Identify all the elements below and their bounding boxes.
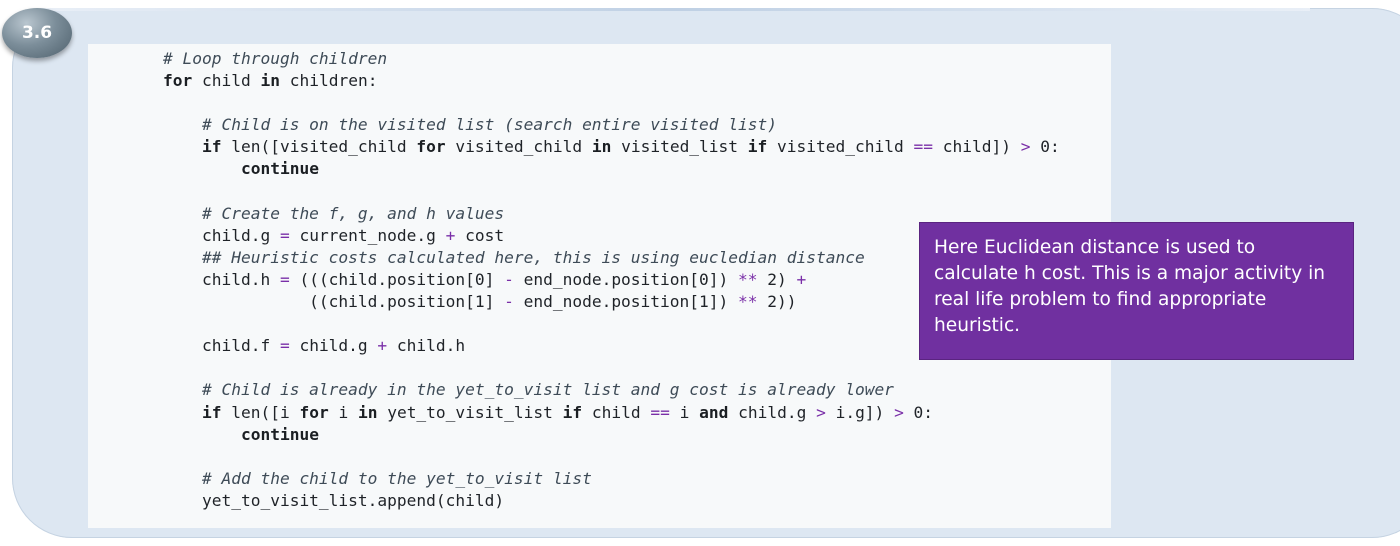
code-keyword: in bbox=[591, 137, 612, 157]
code-text: child.g bbox=[163, 225, 280, 245]
callout-box: Here Euclidean distance is used to calcu… bbox=[919, 222, 1354, 360]
code-keyword: and bbox=[699, 402, 729, 422]
code-text: yet_to_visit_list.append(child) bbox=[163, 490, 505, 510]
code-text: 2)) bbox=[757, 292, 797, 312]
code-operator: > bbox=[894, 402, 904, 422]
code-text: child.f bbox=[163, 336, 280, 356]
code-line: # Add the child to the yet_to_visit list bbox=[163, 468, 1060, 490]
code-operator: + bbox=[377, 336, 388, 356]
code-operator: = bbox=[279, 336, 290, 356]
code-comment: # Loop through children bbox=[163, 49, 388, 68]
code-operator: + bbox=[796, 269, 807, 289]
code-keyword: in bbox=[357, 402, 378, 422]
code-keyword: for bbox=[163, 71, 193, 91]
code-comment: # Create the f, g, and h values bbox=[201, 203, 505, 223]
code-line: if len([visited_child for visited_child … bbox=[163, 136, 1060, 158]
code-comment: # Add the child to the yet_to_visit list bbox=[201, 468, 592, 488]
code-line: continue bbox=[163, 424, 1060, 446]
code-keyword: continue bbox=[240, 159, 319, 179]
code-text: child bbox=[582, 402, 651, 422]
code-text: end_node.position[0]) bbox=[513, 269, 739, 289]
code-keyword: in bbox=[260, 71, 280, 91]
code-text: child.g bbox=[728, 402, 817, 422]
code-operator: + bbox=[445, 225, 456, 245]
code-text: end_node.position[1]) bbox=[513, 292, 739, 312]
code-text: child.g bbox=[289, 336, 378, 356]
code-operator: - bbox=[504, 292, 514, 312]
code-keyword: if bbox=[201, 137, 222, 157]
code-operator: == bbox=[913, 137, 933, 157]
code-text: i bbox=[669, 402, 700, 422]
code-text: children: bbox=[279, 71, 378, 91]
code-text: i.g]) bbox=[825, 402, 895, 422]
code-text: (((child.position[0] bbox=[289, 269, 505, 289]
code-text: child.h bbox=[163, 269, 280, 289]
slide-number: 3.6 bbox=[21, 23, 53, 43]
code-text: current_node.g bbox=[289, 225, 446, 245]
code-text: len([i bbox=[221, 402, 300, 422]
code-keyword: if bbox=[201, 402, 222, 422]
callout-text: Here Euclidean distance is used to calcu… bbox=[934, 237, 1326, 336]
code-line: # Loop through children bbox=[163, 48, 1060, 70]
code-text: child]) bbox=[932, 137, 1021, 157]
code-operator: > bbox=[1020, 137, 1031, 157]
code-text: yet_to_visit_list bbox=[377, 402, 563, 422]
code-line: for child in children: bbox=[163, 70, 1060, 92]
code-operator: = bbox=[279, 225, 290, 245]
code-text: 2) bbox=[757, 269, 797, 289]
code-comment: # Child is on the visited list (search e… bbox=[201, 115, 777, 135]
code-text: visited_child bbox=[767, 137, 914, 157]
code-text: visited_child bbox=[445, 137, 592, 157]
code-line: yet_to_visit_list.append(child) bbox=[163, 490, 1060, 512]
code-keyword: continue bbox=[240, 424, 319, 444]
code-text: visited_list bbox=[611, 137, 748, 157]
code-line: continue bbox=[163, 158, 1060, 180]
code-text: child.h bbox=[387, 336, 466, 356]
code-text: cost bbox=[455, 225, 505, 245]
slide-top-band bbox=[40, 8, 1310, 11]
code-text: i bbox=[328, 402, 358, 422]
code-text: ((child.position[1] bbox=[163, 292, 505, 312]
code-line: # Child is on the visited list (search e… bbox=[163, 114, 1060, 136]
slide-number-badge: 3.6 bbox=[2, 8, 72, 58]
code-text: child bbox=[192, 71, 261, 91]
code-operator: > bbox=[816, 402, 826, 422]
code-operator: - bbox=[504, 269, 514, 289]
code-line: if len([i for i in yet_to_visit_list if … bbox=[163, 402, 1060, 424]
code-line: # Child is already in the yet_to_visit l… bbox=[163, 379, 1060, 401]
code-operator: ** bbox=[738, 269, 758, 289]
code-operator: == bbox=[650, 402, 670, 422]
code-keyword: if bbox=[562, 402, 583, 422]
code-text: len([visited_child bbox=[221, 137, 417, 157]
code-keyword: for bbox=[299, 402, 329, 422]
code-text: 0: bbox=[903, 402, 934, 422]
code-comment: # Child is already in the yet_to_visit l… bbox=[201, 380, 894, 400]
code-comment: ## Heuristic costs calculated here, this… bbox=[201, 247, 865, 267]
code-keyword: if bbox=[747, 137, 768, 157]
code-keyword: for bbox=[416, 137, 446, 157]
code-operator: = bbox=[279, 269, 290, 289]
code-operator: ** bbox=[738, 292, 758, 312]
code-text: 0: bbox=[1030, 137, 1060, 157]
